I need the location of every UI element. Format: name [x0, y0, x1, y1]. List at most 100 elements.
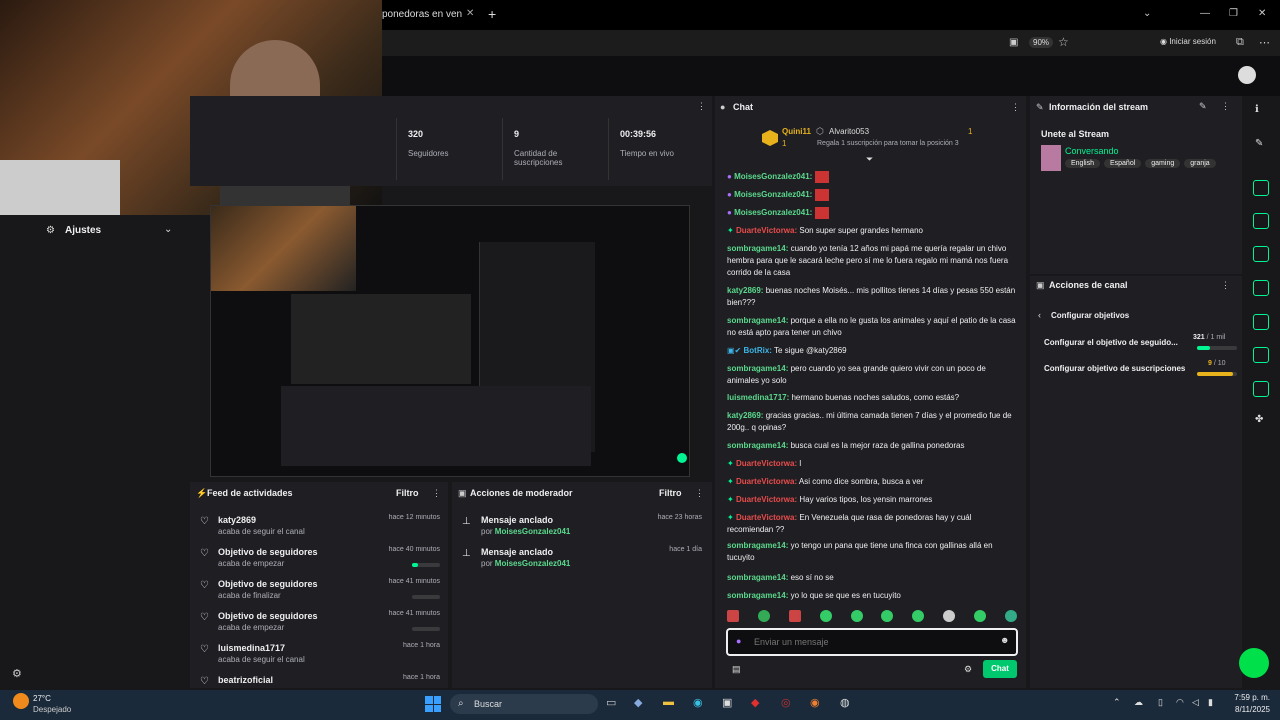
mod-username[interactable]: MoisesGonzalez041: [495, 527, 571, 536]
copilot-icon[interactable]: ◆: [634, 696, 642, 709]
tab-close-icon[interactable]: ✕: [466, 8, 474, 19]
tag[interactable]: Español: [1103, 159, 1142, 168]
rail-broadcast-icon[interactable]: [1253, 314, 1269, 330]
top-gifter-2[interactable]: Alvarito053: [829, 127, 869, 136]
clock-time[interactable]: 7:59 p. m.: [1228, 693, 1270, 702]
gear-icon[interactable]: ⚙: [12, 667, 22, 680]
chat-username[interactable]: sombragame14:: [727, 441, 788, 450]
activity-filter-button[interactable]: Filtro: [396, 488, 419, 498]
mod-action-item[interactable]: ⊥ Mensaje anclado por MoisesGonzalez041 hac…: [462, 514, 706, 542]
chat-input[interactable]: [754, 635, 990, 649]
screen-icon[interactable]: ▣: [1009, 37, 1018, 48]
emote-icon[interactable]: [850, 610, 863, 622]
chat-username[interactable]: BotRix:: [743, 346, 771, 355]
channel-actions-more-icon[interactable]: ⋮: [1221, 280, 1230, 291]
battery-icon[interactable]: ▯: [1158, 697, 1163, 708]
chat-username[interactable]: MoisesGonzalez041:: [734, 172, 812, 181]
emoji-icon[interactable]: ☻: [1000, 635, 1009, 645]
power-icon[interactable]: ▮: [1208, 697, 1213, 708]
emote-icon[interactable]: [819, 610, 832, 622]
obs-icon[interactable]: ◎: [781, 696, 791, 709]
back-chevron-icon[interactable]: ‹: [1038, 310, 1041, 320]
chat-username[interactable]: MoisesGonzalez041:: [734, 190, 812, 199]
tag[interactable]: gaming: [1145, 159, 1181, 168]
more-menu-icon[interactable]: ⋯: [1259, 36, 1270, 49]
rail-chat-icon[interactable]: [1253, 280, 1269, 296]
windows-start-icon[interactable]: [425, 696, 441, 712]
emote-icon[interactable]: [974, 610, 986, 622]
firefox-icon[interactable]: ◉: [810, 696, 820, 709]
chat-send-button[interactable]: Chat: [983, 660, 1017, 678]
chat-username[interactable]: DuarteVictorwa:: [736, 513, 797, 522]
sub-goal-label[interactable]: Configurar objetivo de suscripciones: [1044, 364, 1185, 373]
info-icon[interactable]: ℹ: [1255, 104, 1259, 115]
activity-item[interactable]: ♡ beatrizoficial hace 1 hora: [200, 674, 444, 686]
emote-icon[interactable]: [881, 610, 894, 622]
green-action-button[interactable]: [1239, 648, 1269, 678]
top-gifter-1[interactable]: Quini11: [782, 127, 811, 136]
edit-icon[interactable]: ✎: [1199, 101, 1207, 112]
activity-item[interactable]: ♡ luismedina1717 acaba de seguir el canal h…: [200, 642, 444, 672]
new-tab-button[interactable]: +: [488, 6, 496, 22]
zoom-indicator[interactable]: 90%: [1029, 37, 1054, 48]
chat-settings-icon[interactable]: ⚙: [964, 664, 972, 675]
mod-more-icon[interactable]: ⋮: [695, 488, 704, 499]
stream-info-more-icon[interactable]: ⋮: [1221, 101, 1230, 112]
chat-username[interactable]: MoisesGonzalez041:: [734, 208, 812, 217]
chat-username[interactable]: katy2869:: [727, 411, 763, 420]
chat-username[interactable]: DuarteVictorwa:: [736, 459, 797, 468]
mic-icon[interactable]: ●: [736, 636, 741, 646]
mod-action-item[interactable]: ⊥ Mensaje anclado por MoisesGonzalez041 hac…: [462, 546, 706, 574]
activity-item[interactable]: ♡ katy2869 acaba de seguir el canal hace 12…: [200, 514, 444, 544]
chat-more-icon[interactable]: ⋮: [1011, 102, 1020, 113]
store-icon[interactable]: ▣: [722, 696, 732, 709]
mod-filter-button[interactable]: Filtro: [659, 488, 682, 498]
extensions-rail-icon[interactable]: ✤: [1255, 414, 1263, 425]
emote-icon[interactable]: [912, 610, 925, 622]
chat-username[interactable]: DuarteVictorwa:: [736, 495, 797, 504]
weather-temp[interactable]: 27°C: [33, 694, 51, 703]
signin-button[interactable]: ◉ Iniciar sesión: [1160, 37, 1216, 46]
app-icon[interactable]: ◍: [840, 696, 850, 709]
tab-list-chevron-icon[interactable]: ⌄: [1143, 8, 1151, 19]
mod-username[interactable]: MoisesGonzalez041: [495, 559, 571, 568]
volume-icon[interactable]: ◁: [1192, 697, 1199, 708]
chat-username[interactable]: sombragame14:: [727, 244, 788, 253]
tag[interactable]: English: [1065, 159, 1100, 168]
collapse-arrow-icon[interactable]: ⏷: [866, 154, 873, 165]
follower-goal-label[interactable]: Configurar el objetivo de seguido...: [1044, 338, 1188, 347]
browser-tab[interactable]: ponedoras en venezuel: [382, 9, 462, 20]
chat-username[interactable]: DuarteVictorwa:: [736, 477, 797, 486]
rail-action-icon[interactable]: [1253, 180, 1269, 196]
activity-item[interactable]: ♡ Objetivo de seguidores acaba de empezar h…: [200, 610, 444, 640]
favorite-star-icon[interactable]: ☆: [1058, 35, 1069, 49]
bits-icon[interactable]: ▤: [732, 664, 741, 675]
minimize-icon[interactable]: —: [1200, 8, 1210, 19]
category-link[interactable]: Conversando: [1065, 146, 1119, 156]
rail-tools-icon[interactable]: [1253, 381, 1269, 397]
pencil-icon[interactable]: ✎: [1255, 138, 1263, 149]
avatar[interactable]: [1238, 66, 1256, 84]
close-window-icon[interactable]: ✕: [1258, 8, 1266, 19]
emote-icon[interactable]: [1004, 610, 1017, 622]
rail-layout-icon[interactable]: [1253, 347, 1269, 363]
emote-icon[interactable]: [943, 610, 956, 622]
stats-more-icon[interactable]: ⋮: [697, 101, 706, 112]
tag[interactable]: granja: [1184, 159, 1216, 168]
app-red-icon[interactable]: ◆: [751, 696, 759, 709]
address-bar[interactable]: [382, 30, 1280, 56]
chat-username[interactable]: luismedina1717:: [727, 393, 789, 402]
activity-more-icon[interactable]: ⋮: [432, 488, 441, 499]
configure-goals-back[interactable]: Configurar objetivos: [1051, 311, 1129, 320]
cloud-icon[interactable]: ☁: [1134, 697, 1143, 708]
chat-username[interactable]: sombragame14:: [727, 541, 788, 550]
emote-icon[interactable]: [788, 610, 801, 622]
chat-username[interactable]: katy2869:: [727, 286, 763, 295]
edge-icon[interactable]: ◉: [693, 696, 703, 709]
tray-chevron-icon[interactable]: ⌃: [1113, 697, 1121, 708]
chat-input-box[interactable]: ● ☻: [726, 628, 1018, 656]
chat-username[interactable]: sombragame14:: [727, 591, 788, 600]
activity-item[interactable]: ♡ Objetivo de seguidores acaba de empezar h…: [200, 546, 444, 576]
settings-label[interactable]: Ajustes: [65, 225, 101, 236]
file-explorer-icon[interactable]: ▬: [663, 696, 674, 708]
